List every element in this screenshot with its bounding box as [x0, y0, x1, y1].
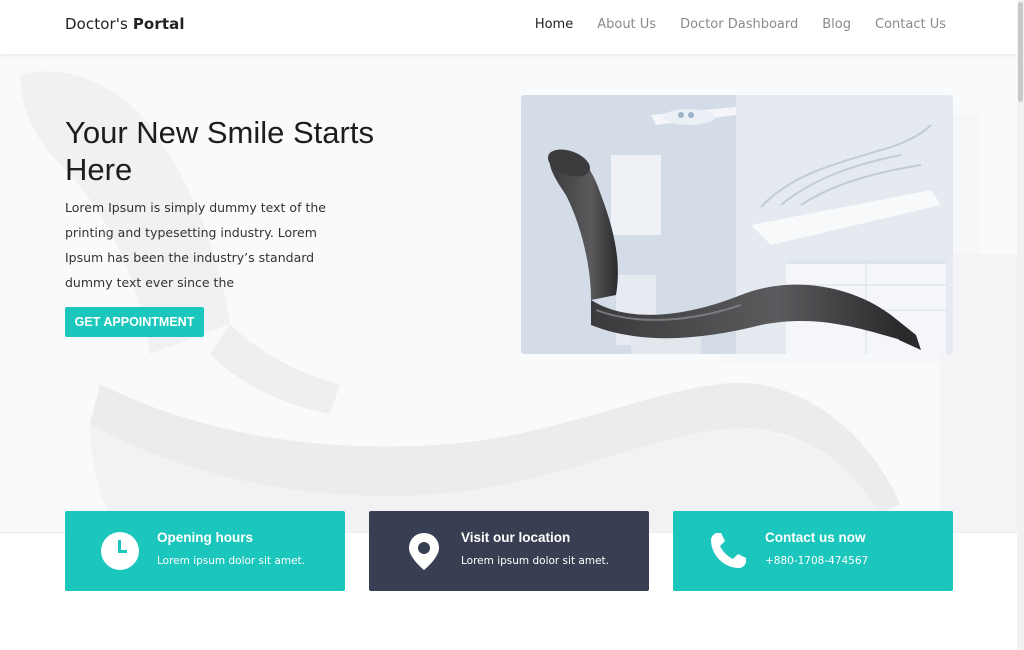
nav-link-blog[interactable]: Blog: [822, 17, 851, 32]
card-subtitle: Lorem ipsum dolor sit amet.: [461, 555, 609, 567]
opening-hours-card[interactable]: Opening hours Lorem ipsum dolor sit amet…: [65, 511, 345, 591]
card-subtitle: Lorem ipsum dolor sit amet.: [157, 555, 305, 567]
hero-title: Your New Smile Starts Here: [65, 115, 374, 187]
brand-bold: Portal: [132, 15, 185, 33]
nav-link-about-us[interactable]: About Us: [597, 17, 656, 32]
nav-link-contact-us[interactable]: Contact Us: [875, 17, 946, 32]
card-title: Contact us now: [765, 530, 866, 545]
nav-menu: Home About Us Doctor Dashboard Blog Cont…: [535, 17, 946, 32]
clock-icon: [101, 532, 139, 570]
dental-chair-illustration: [521, 95, 953, 354]
hero-section: Your New Smile Starts Here Lorem Ipsum i…: [0, 54, 1017, 533]
page-scrollbar[interactable]: [1017, 0, 1024, 650]
dental-chair-photo: [521, 95, 953, 354]
nav-link-doctor-dashboard[interactable]: Doctor Dashboard: [680, 17, 798, 32]
card-title: Visit our location: [461, 530, 571, 545]
hero-description: Lorem Ipsum is simply dummy text of the …: [65, 200, 326, 290]
contact-us-card[interactable]: Contact us now +880-1708-474567: [673, 511, 953, 591]
card-subtitle: +880-1708-474567: [765, 555, 869, 567]
visit-location-card[interactable]: Visit our location Lorem ipsum dolor sit…: [369, 511, 649, 591]
map-pin-icon: [409, 533, 439, 570]
brand-prefix: Doctor's: [65, 15, 128, 33]
phone-icon: [711, 533, 746, 568]
brand-logo[interactable]: Doctor's Portal: [65, 15, 185, 33]
top-navbar: Doctor's Portal Home About Us Doctor Das…: [0, 0, 1017, 54]
nav-link-home[interactable]: Home: [535, 17, 573, 32]
get-appointment-button[interactable]: GET APPOINTMENT: [65, 307, 204, 337]
scrollbar-thumb[interactable]: [1018, 2, 1023, 102]
card-title: Opening hours: [157, 530, 253, 545]
